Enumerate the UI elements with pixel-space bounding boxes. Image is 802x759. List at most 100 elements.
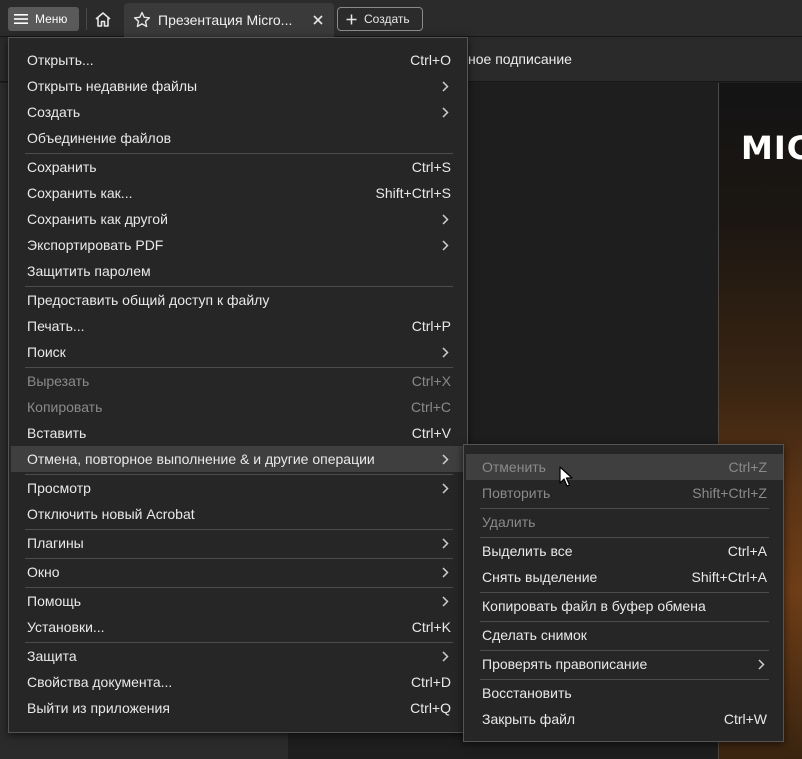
menu-item-плагины[interactable]: Плагины [11,530,467,556]
create-button[interactable]: Создать [337,7,423,31]
toolbar-divider [86,8,87,30]
main-menu: Открыть... Ctrl+O Открыть недавние файлы Со… [8,37,468,733]
undo-redo-submenu: Отменить Ctrl+Z Повторить Shift+Ctrl+Z Удали… [463,444,784,742]
toolbar-signature-label[interactable]: ное подписание [468,51,572,67]
menu-separator [480,650,769,651]
menu-item-сохранить-как-другой[interactable]: Сохранить как другой [11,206,467,232]
menu-item-отмена-повторное-выполнение-и-другие-операции[interactable]: Отмена, повторное выполнение & и другие … [11,446,467,472]
menu-item-помощь[interactable]: Помощь [11,588,467,614]
chevron-right-icon [442,107,449,118]
shortcut-label: Ctrl+Z [728,459,768,475]
menu-separator [25,286,453,287]
menu-item-открыть[interactable]: Открыть... Ctrl+O [11,47,467,73]
menu-item-окно[interactable]: Окно [11,559,467,585]
menu-separator [25,587,453,588]
menu-separator [480,621,769,622]
menu-item-label: Печать... [27,318,85,334]
menu-item-label: Вставить [27,425,87,441]
menu-separator [25,153,453,154]
menu-item-печать[interactable]: Печать... Ctrl+P [11,313,467,339]
chevron-right-icon [758,659,765,670]
menu-item-копировать[interactable]: Копировать Ctrl+C [11,394,467,420]
top-bar: Меню Презентация Micro... Создать [0,0,802,37]
star-icon[interactable] [133,11,151,29]
menu-item-label: Закрыть файл [482,711,576,727]
shortcut-label: Ctrl+O [410,52,451,68]
menu-item-label: Окно [27,564,60,580]
menu-item-label: Защита [27,648,77,664]
menu-item-выделить-все[interactable]: Выделить все Ctrl+A [466,538,783,564]
hamburger-icon [14,14,28,24]
menu-item-label: Сохранить как... [27,185,133,201]
menu-item-label: Установки... [27,619,105,635]
menu-item-свойства-документа[interactable]: Свойства документа... Ctrl+D [11,669,467,695]
home-button[interactable] [90,7,116,31]
menu-item-label: Свойства документа... [27,674,173,690]
menu-item-отключить-новый-acrobat[interactable]: Отключить новый Acrobat [11,501,467,527]
menu-item-создать[interactable]: Создать [11,99,467,125]
shortcut-label: Ctrl+K [411,619,451,635]
menu-item-установки[interactable]: Установки... Ctrl+K [11,614,467,640]
menu-item-label: Защитить паролем [27,263,151,279]
menu-separator [480,508,769,509]
menu-item-сохранить-как[interactable]: Сохранить как... Shift+Ctrl+S [11,180,467,206]
menu-item-объединение-файлов[interactable]: Объединение файлов [11,125,467,151]
menu-item-label: Плагины [27,535,84,551]
menu-separator [480,592,769,593]
chevron-right-icon [442,651,449,662]
menu-item-label: Создать [27,104,81,120]
menu-item-защита[interactable]: Защита [11,643,467,669]
menu-item-label: Отключить новый Acrobat [27,506,195,522]
document-title-text: MIC [741,129,802,167]
chevron-right-icon [442,567,449,578]
create-button-label: Создать [364,12,410,26]
plus-icon [346,14,357,24]
chevron-right-icon [442,483,449,494]
menu-item-отменить[interactable]: Отменить Ctrl+Z [466,454,783,480]
menu-item-label: Поиск [27,344,66,360]
shortcut-label: Ctrl+Q [410,700,451,716]
menu-item-выйти-из-приложения[interactable]: Выйти из приложения Ctrl+Q [11,695,467,721]
chevron-right-icon [442,596,449,607]
menu-item-восстановить[interactable]: Восстановить [466,680,783,706]
menu-item-проверять-правописание[interactable]: Проверять правописание [466,651,783,677]
menu-item-вырезать[interactable]: Вырезать Ctrl+X [11,368,467,394]
menu-item-label: Сохранить как другой [27,211,168,227]
shortcut-label: Shift+Ctrl+S [375,185,451,201]
menu-item-label: Копировать файл в буфер обмена [482,598,706,614]
menu-item-label: Открыть... [27,52,94,68]
chevron-right-icon [442,214,449,225]
document-tab[interactable]: Презентация Micro... [124,3,334,37]
menu-item-копировать-файл-в-буфер-обмена[interactable]: Копировать файл в буфер обмена [466,593,783,619]
menu-item-label: Выйти из приложения [27,700,170,716]
menu-item-открыть-недавние-файлы[interactable]: Открыть недавние файлы [11,73,467,99]
menu-item-удалить[interactable]: Удалить [466,509,783,535]
menu-item-сохранить[interactable]: Сохранить Ctrl+S [11,154,467,180]
menu-separator [25,529,453,530]
menu-item-label: Предоставить общий доступ к файлу [27,292,270,308]
menu-item-экспортировать-pdf[interactable]: Экспортировать PDF [11,232,467,258]
menu-item-защитить-паролем[interactable]: Защитить паролем [11,258,467,284]
menu-separator [25,642,453,643]
menu-item-сделать-снимок[interactable]: Сделать снимок [466,622,783,648]
menu-item-повторить[interactable]: Повторить Shift+Ctrl+Z [466,480,783,506]
chevron-right-icon [442,347,449,358]
menu-item-просмотр[interactable]: Просмотр [11,475,467,501]
menu-item-поиск[interactable]: Поиск [11,339,467,365]
chevron-right-icon [442,538,449,549]
menu-item-снять-выделение[interactable]: Снять выделение Shift+Ctrl+A [466,564,783,590]
chevron-right-icon [442,81,449,92]
mouse-cursor-icon [559,466,573,491]
menu-item-предоставить-общий-доступ-к-файлу[interactable]: Предоставить общий доступ к файлу [11,287,467,313]
close-tab-icon[interactable] [310,12,326,28]
menu-item-label: Повторить [482,485,551,501]
menu-button[interactable]: Меню [8,7,79,31]
menu-separator [25,474,453,475]
shortcut-label: Ctrl+C [410,399,451,415]
menu-item-закрыть-файл[interactable]: Закрыть файл Ctrl+W [466,706,783,732]
menu-item-label: Сохранить [27,159,97,175]
menu-item-вставить[interactable]: Вставить Ctrl+V [11,420,467,446]
menu-separator [480,679,769,680]
menu-separator [25,367,453,368]
menu-item-label: Открыть недавние файлы [27,78,198,94]
